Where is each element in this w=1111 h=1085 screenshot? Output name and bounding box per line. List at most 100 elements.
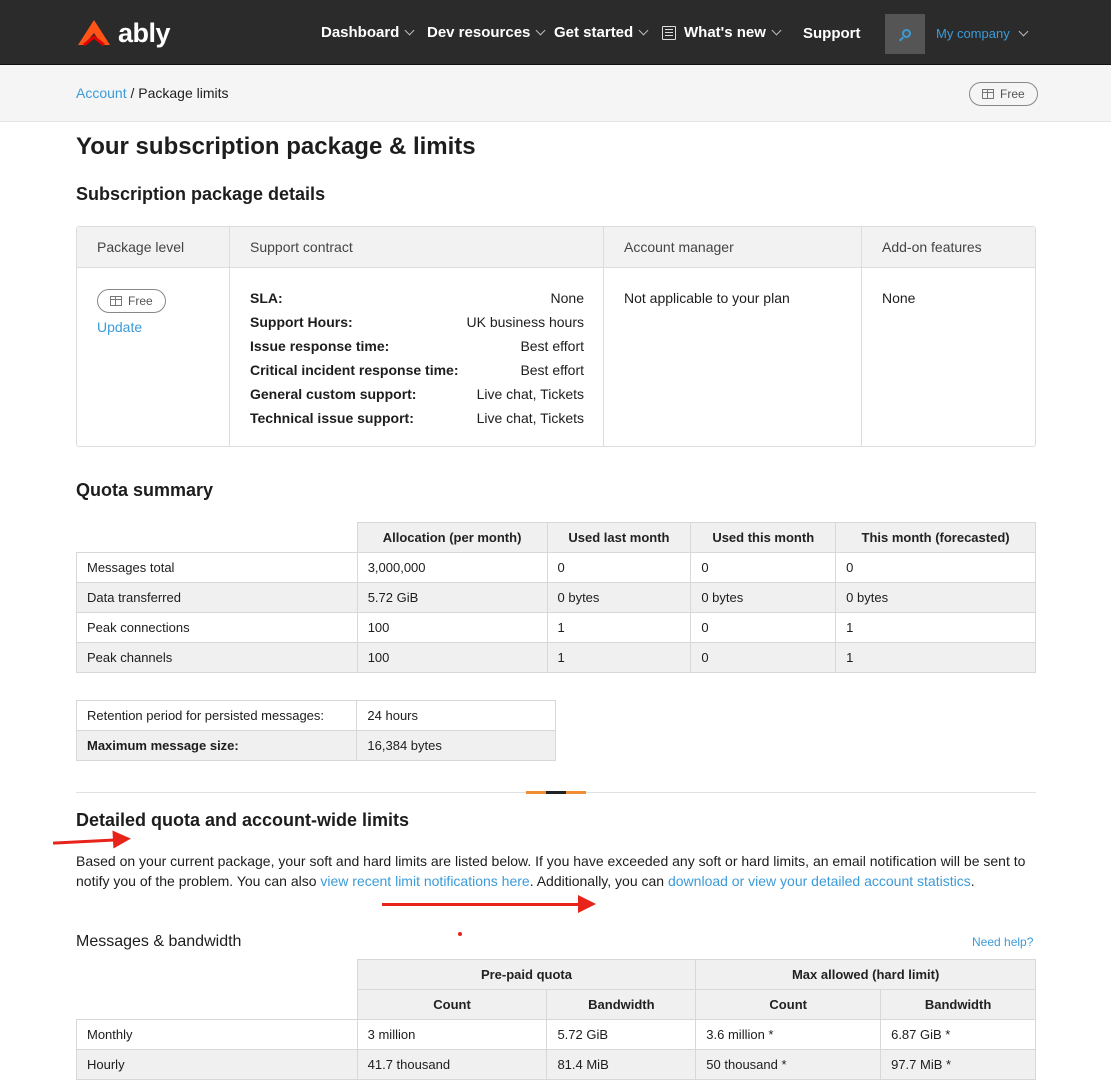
gift-icon bbox=[982, 89, 994, 99]
cell: 100 bbox=[356, 612, 548, 643]
cell: 3.6 million * bbox=[695, 1019, 882, 1050]
table-row: Peak connections 100 1 0 1 bbox=[76, 612, 1036, 643]
blank-header bbox=[76, 989, 358, 1020]
table-row: Data transferred 5.72 GiB 0 bytes 0 byte… bbox=[76, 582, 1036, 613]
account-manager-header: Account manager bbox=[624, 239, 734, 255]
package-table: Package level Support contract Account m… bbox=[76, 226, 1036, 447]
nav-support-label: Support bbox=[803, 25, 861, 42]
allocation-header: Allocation (per month) bbox=[356, 522, 548, 553]
company-selector[interactable]: My company bbox=[936, 26, 1029, 41]
cell: 0 bbox=[835, 552, 1036, 583]
support-key: Support Hours: bbox=[250, 314, 353, 330]
cell: 1 bbox=[546, 612, 692, 643]
breadcrumb-current: Package limits bbox=[138, 85, 229, 101]
cell: 5.72 GiB bbox=[546, 1019, 697, 1050]
ably-logo[interactable]: ably bbox=[76, 16, 171, 50]
support-row: SLA: None bbox=[250, 290, 584, 306]
cell: 0 bytes bbox=[835, 582, 1036, 613]
count-header: Count bbox=[356, 989, 548, 1020]
bandwidth-heading: Messages & bandwidth bbox=[76, 933, 242, 950]
need-help-link[interactable]: Need help? bbox=[972, 935, 1033, 949]
cell: 1 bbox=[835, 642, 1036, 673]
table-row: Hourly 41.7 thousand 81.4 MiB 50 thousan… bbox=[76, 1049, 1036, 1080]
support-key: Technical issue support: bbox=[250, 410, 414, 426]
account-manager-value: Not applicable to your plan bbox=[624, 290, 790, 306]
divider-accent bbox=[526, 791, 586, 794]
cell: 50 thousand * bbox=[695, 1049, 882, 1080]
support-value: None bbox=[550, 290, 584, 306]
cell: 0 bbox=[546, 552, 692, 583]
support-value: Best effort bbox=[520, 338, 584, 354]
update-link[interactable]: Update bbox=[97, 319, 142, 335]
cell: 24 hours bbox=[356, 700, 556, 731]
breadcrumb-separator: / bbox=[126, 85, 139, 101]
support-value: Live chat, Tickets bbox=[476, 386, 584, 402]
nav-whats-new[interactable]: What's new bbox=[662, 24, 782, 41]
quota-table: Allocation (per month) Used last month U… bbox=[76, 522, 1036, 673]
hard-limit-header: Max allowed (hard limit) bbox=[695, 959, 1036, 990]
column-divider bbox=[861, 227, 862, 446]
nav-support[interactable]: Support bbox=[803, 25, 861, 42]
retention-table: Retention period for persisted messages:… bbox=[75, 700, 556, 761]
support-value: Live chat, Tickets bbox=[476, 410, 584, 426]
nav-dashboard[interactable]: Dashboard bbox=[321, 24, 415, 41]
cell: 0 bytes bbox=[690, 582, 837, 613]
package-level-badge-label: Free bbox=[128, 294, 153, 308]
top-navigation: ably Dashboard Dev resources Get started… bbox=[0, 0, 1111, 65]
column-divider bbox=[603, 227, 604, 446]
addon-features-value: None bbox=[882, 290, 916, 306]
row-name: Retention period for persisted messages: bbox=[75, 700, 358, 731]
row-name: Messages total bbox=[76, 552, 358, 583]
logo-text: ably bbox=[118, 17, 171, 48]
limits-text: . bbox=[970, 873, 975, 889]
count-header: Count bbox=[695, 989, 882, 1020]
limit-notifications-link[interactable]: view recent limit notifications here bbox=[320, 873, 529, 889]
support-key: Issue response time: bbox=[250, 338, 390, 354]
annotation-arrow bbox=[52, 838, 118, 845]
support-key: General custom support: bbox=[250, 386, 417, 402]
row-name: Hourly bbox=[76, 1049, 358, 1080]
forecast-header: This month (forecasted) bbox=[835, 522, 1036, 553]
gift-icon bbox=[110, 296, 122, 306]
bandwidth-table: Pre-paid quota Max allowed (hard limit) … bbox=[76, 959, 1036, 1080]
support-row: General custom support: Live chat, Ticket… bbox=[250, 386, 584, 402]
chevron-down-icon bbox=[535, 25, 546, 36]
support-value: Best effort bbox=[520, 362, 584, 378]
plan-badge[interactable]: Free bbox=[969, 82, 1038, 106]
nav-dev-resources[interactable]: Dev resources bbox=[427, 24, 546, 41]
breadcrumb-bar: Account / Package limits Free bbox=[0, 65, 1111, 122]
bandwidth-header: Bandwidth bbox=[546, 989, 697, 1020]
cell: 41.7 thousand bbox=[356, 1049, 548, 1080]
used-last-month-header: Used last month bbox=[546, 522, 692, 553]
cell: 1 bbox=[546, 642, 692, 673]
chevron-down-icon bbox=[771, 25, 782, 36]
cell: 5.72 GiB bbox=[356, 582, 548, 613]
support-contract-header: Support contract bbox=[250, 239, 353, 255]
limits-text: . Additionally, you can bbox=[529, 873, 668, 889]
limits-heading: Detailed quota and account-wide limits bbox=[76, 810, 410, 830]
cell: 1 bbox=[835, 612, 1036, 643]
breadcrumb-account-link[interactable]: Account bbox=[76, 85, 127, 101]
table-row: Messages total 3,000,000 0 0 0 bbox=[76, 552, 1036, 583]
annotation-dot bbox=[458, 932, 462, 936]
company-name: My company bbox=[936, 26, 1010, 41]
table-row: Maximum message size: 16,384 bytes bbox=[75, 730, 556, 761]
quota-header-row: Allocation (per month) Used last month U… bbox=[76, 522, 1036, 553]
blank-header bbox=[76, 959, 358, 990]
cell: 16,384 bytes bbox=[356, 730, 556, 761]
search-icon bbox=[901, 28, 911, 38]
cell: 0 bytes bbox=[546, 582, 692, 613]
cell: 97.7 MiB * bbox=[880, 1049, 1036, 1080]
account-statistics-link[interactable]: download or view your detailed account s… bbox=[668, 873, 971, 889]
annotation-arrow bbox=[382, 895, 596, 913]
table-row: Retention period for persisted messages:… bbox=[75, 700, 556, 731]
search-button[interactable] bbox=[885, 14, 925, 54]
group-header-row: Pre-paid quota Max allowed (hard limit) bbox=[76, 959, 1036, 990]
row-name: Peak channels bbox=[76, 642, 358, 673]
nav-dashboard-label: Dashboard bbox=[321, 24, 400, 41]
cell: 100 bbox=[356, 642, 548, 673]
nav-get-started[interactable]: Get started bbox=[554, 24, 649, 41]
ably-logo-icon bbox=[78, 20, 110, 47]
package-level-badge: Free bbox=[97, 289, 166, 313]
limits-description: Based on your current package, your soft… bbox=[76, 851, 1036, 891]
